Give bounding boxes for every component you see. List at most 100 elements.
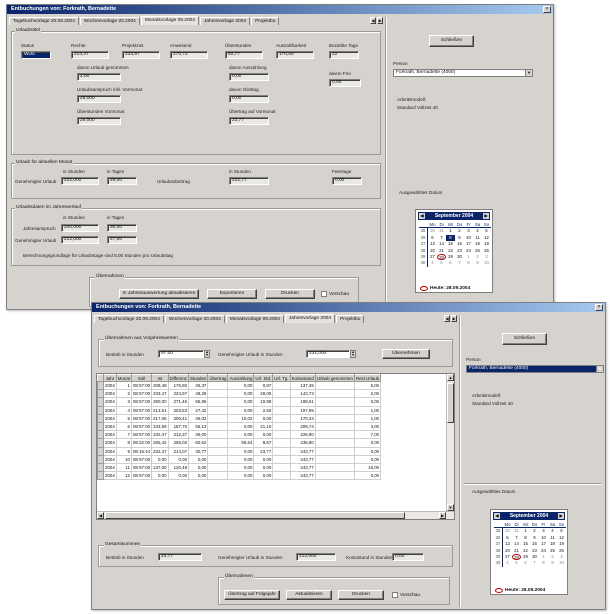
jahr-row1-v1[interactable]: 240,000 [61, 224, 99, 232]
ueberstunden-field[interactable]: 50,77 [225, 51, 263, 59]
table-cell[interactable]: 2004 [103, 462, 117, 473]
calendar-day[interactable]: 9 [548, 560, 557, 566]
table-cell[interactable] [272, 405, 291, 415]
column-header[interactable]: Urlaub genommen [314, 374, 355, 382]
table-cell[interactable] [314, 462, 355, 473]
table-cell[interactable]: 12 [115, 471, 132, 481]
table-cell[interactable]: 08:57:00 [130, 471, 153, 481]
table-row[interactable]: 2004 11 08:57:00 137,00 120,48 0,00 0,00 0,00 24… [97, 462, 382, 473]
frei-field[interactable]: 0,00 [329, 79, 361, 87]
table-cell[interactable]: 36,00 [188, 430, 209, 440]
table-cell[interactable]: 226,90 [289, 430, 316, 440]
table-cell[interactable]: 0,00 [188, 454, 209, 464]
table-cell[interactable]: 2 [115, 389, 132, 399]
scroll-down-icon[interactable]: ▼ [447, 504, 454, 511]
gleittag-field[interactable]: 0,00 [229, 95, 269, 103]
table-cell[interactable]: 198,61 [289, 397, 316, 407]
table-row[interactable]: 2004 10 08:57:00 0,00 0,00 0,00 0,00 0,00 243,77… [97, 454, 382, 464]
calendar-day[interactable]: 9 [473, 260, 482, 266]
table-cell[interactable] [207, 397, 229, 407]
table-row[interactable]: 2004 7 08:57:00 232,47 212,37 36,00 0,00 0,00 22… [97, 430, 382, 440]
prev-month-icon[interactable]: ◀ [494, 513, 500, 519]
uebernehmen-button[interactable]: Übernehmen [382, 349, 430, 359]
table-cell[interactable]: 08:22:00 [130, 438, 153, 448]
table-cell[interactable]: 213,51 [151, 405, 169, 415]
projektzeit-field[interactable]: 233,97 [122, 51, 160, 59]
yearly-table[interactable]: Jahr Monat Soll Ist Differenz Stunden Übertrag… [96, 373, 455, 520]
table-cell[interactable]: 0,00 [227, 405, 255, 415]
jahr-row2-v1[interactable]: 212,000 [61, 236, 99, 244]
table-cell[interactable]: 0,00 [188, 471, 209, 481]
table-cell[interactable]: 9 [115, 446, 132, 456]
close-button[interactable]: Schließen [502, 333, 547, 345]
table-cell[interactable]: 10,98 [253, 397, 274, 407]
table-cell[interactable]: 23,77 [253, 446, 274, 456]
table-cell[interactable] [207, 413, 229, 423]
table-cell[interactable]: 55,13 [188, 421, 209, 432]
urlaubsanspruch-field[interactable]: 28,000 [77, 95, 121, 103]
table-cell[interactable]: 0,00 [353, 446, 382, 456]
calendar-day[interactable]: 6 [521, 560, 530, 566]
urlaub-genommen-field[interactable]: 2,00 [77, 73, 121, 81]
table-cell[interactable]: 243,77 [289, 462, 316, 473]
table-row[interactable]: 2004 1 08:57:00 208,48 176,80 26,37 0,00 0,87 13… [97, 380, 382, 391]
column-header[interactable]: Auszahlung [227, 374, 255, 382]
table-cell[interactable]: 46,02 [188, 413, 209, 423]
calendar-day[interactable]: 21 [437, 248, 446, 254]
table-cell[interactable]: 3,00 [353, 421, 382, 432]
calendar-day[interactable]: 8 [539, 560, 548, 566]
table-cell[interactable]: 170,34 [289, 413, 316, 423]
table-cell[interactable]: 0,00 [151, 471, 169, 481]
table-cell[interactable]: 4 [115, 405, 132, 415]
table-cell[interactable] [207, 389, 229, 399]
table-cell[interactable] [272, 430, 291, 440]
table-cell[interactable]: 10,02 [227, 413, 255, 423]
table-cell[interactable]: 2004 [103, 397, 117, 407]
table-cell[interactable] [272, 421, 291, 432]
close-button[interactable]: Schließen [429, 35, 474, 47]
table-cell[interactable] [207, 471, 229, 481]
sum-betrieb-field[interactable]: 23,77 [158, 553, 202, 561]
print-button[interactable]: Drucken [265, 289, 315, 299]
today-row[interactable]: Heute: 28.09.2004 [495, 588, 545, 593]
monat-v3[interactable]: 232,77 [229, 177, 269, 185]
table-cell[interactable] [207, 380, 229, 391]
table-cell[interactable]: 0,00 [227, 446, 255, 456]
table-cell[interactable]: 290,00 [151, 397, 169, 407]
rechte-field[interactable]: 214,47 [71, 51, 109, 59]
column-header[interactable]: Stunden [188, 374, 209, 382]
table-cell[interactable]: 243,77 [289, 471, 316, 481]
table-cell[interactable]: 265,02 [167, 438, 190, 448]
table-cell[interactable]: 0,87 [253, 380, 274, 391]
table-cell[interactable]: 143,73 [289, 389, 316, 399]
table-cell[interactable]: 11 [115, 462, 132, 473]
table-cell[interactable]: 233,59 [151, 421, 169, 432]
chevron-left-icon[interactable]: ◀ [370, 17, 376, 24]
table-cell[interactable]: 233,47 [151, 389, 169, 399]
table-cell[interactable]: 0,00 [227, 380, 255, 391]
preview-checkbox[interactable]: Vorschau [321, 291, 349, 297]
scroll-right-icon[interactable]: ▶ [439, 512, 446, 519]
table-row[interactable]: 2004 2 08:57:00 233,47 224,97 48,28 0,00 28,05 1… [97, 389, 382, 399]
table-cell[interactable]: 137,00 [151, 462, 169, 473]
preview-checkbox[interactable]: Vorschau [392, 592, 420, 598]
column-header[interactable]: Kontostand [289, 374, 316, 382]
calendar[interactable]: September 2004 ◀ ▶ Mo Di Mi Do Fr Sa So 35 30 31 1… [415, 209, 493, 293]
table-cell[interactable]: 65,96 [188, 397, 209, 407]
table-cell[interactable]: 2004 [103, 471, 117, 481]
jahr-row2-v2[interactable]: 27,00 [107, 236, 137, 244]
table-cell[interactable]: 0,00 [188, 462, 209, 473]
table-cell[interactable]: 176,80 [167, 380, 190, 391]
checkbox-box[interactable] [392, 592, 398, 598]
table-cell[interactable] [207, 462, 229, 473]
table-cell[interactable]: 0,00 [227, 397, 255, 407]
calendar-day[interactable]: 8 [464, 260, 473, 266]
table-cell[interactable]: 0,00 [227, 471, 255, 481]
calendar-day[interactable]: 5 [512, 560, 521, 566]
table-cell[interactable]: 5,00 [353, 380, 382, 391]
column-header[interactable]: Ist [151, 374, 169, 382]
tab-project[interactable]: Projektbu [251, 17, 280, 25]
table-cell[interactable] [314, 421, 355, 432]
calendar-day[interactable]: 21 [512, 548, 521, 554]
table-cell[interactable]: 224,97 [167, 389, 190, 399]
